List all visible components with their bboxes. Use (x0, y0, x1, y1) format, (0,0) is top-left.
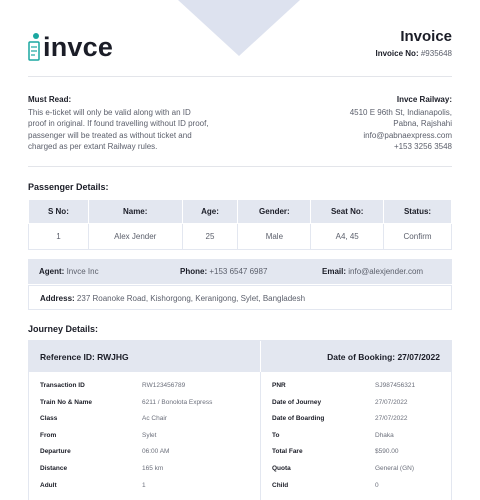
railway-heading: Invce Railway: (396, 95, 452, 104)
invoice-number-label: Invoice No: (375, 49, 419, 58)
must-read-heading: Must Read: (28, 95, 72, 104)
column-header: Seat No: (310, 199, 385, 224)
journey-row: Distance 165 km Quota General (GN) (29, 465, 451, 481)
must-read-line: charged as per extant Railway rules. (28, 142, 158, 151)
railway-address-line: 4510 E 96th St, Indianapolis, (349, 107, 452, 117)
table-row: 1 Alex Jender 25 Male A4, 45 Confirm (28, 223, 452, 250)
journey-value: 0 (375, 481, 379, 489)
table-cell: A4, 45 (310, 223, 385, 250)
column-header: Gender: (237, 199, 312, 224)
header-divider (260, 341, 261, 372)
passenger-table: S No: Name: Age: Gender: Seat No: Status… (28, 199, 452, 250)
column-header: Name: (87, 199, 183, 224)
journey-table: Reference ID: RWJHG Date of Booking: 27/… (28, 340, 452, 500)
address-row: Address: 237 Roanoke Road, Kishorgong, K… (28, 285, 452, 310)
column-header: Status: (383, 199, 452, 224)
journey-value: 1 (142, 481, 146, 489)
journey-row: Train No & Name 6211 / Bonolota Express Da… (29, 399, 451, 415)
journey-header: Reference ID: RWJHG Date of Booking: 27/… (29, 341, 451, 372)
journey-label: Transaction ID (40, 382, 85, 389)
ticket-logo-icon (28, 32, 42, 62)
email-value[interactable]: info@alexjender.com (348, 267, 423, 276)
booking-date: Date of Booking: 27/07/2022 (327, 352, 440, 362)
agent-info: Agent: Invce Inc (39, 267, 99, 276)
journey-label: Date of Boarding (272, 415, 325, 423)
table-cell: 25 (181, 223, 239, 250)
phone-info: Phone: +153 6547 6987 (180, 267, 267, 276)
journey-value: 165 km (142, 465, 164, 472)
journey-value: $590.00 (375, 448, 399, 456)
logo-text: invce (43, 32, 114, 62)
journey-row: Transaction ID RW123456789 PNR SJ987456321 (29, 382, 451, 398)
must-read-line: proof in original. If found travelling w… (28, 119, 209, 128)
journey-value: Ac Chair (142, 415, 167, 423)
journey-value: 06:00 AM (142, 448, 170, 456)
journey-value: 27/07/2022 (375, 398, 408, 406)
journey-value: SJ987456321 (375, 382, 416, 389)
journey-label: To (272, 431, 280, 439)
must-read-line: passenger will be treated as without tic… (28, 130, 192, 140)
journey-value: 6211 / Bonolota Express (142, 398, 213, 406)
divider (28, 166, 452, 167)
logo: invce (28, 26, 113, 62)
address-label: Address: (40, 294, 75, 303)
agent-label: Agent: (39, 267, 65, 276)
email-info: Email: info@alexjender.com (322, 267, 423, 276)
journey-value: General (GN) (375, 465, 415, 472)
phone-value: +153 6547 6987 (209, 267, 268, 276)
journey-row: From Sylet To Dhaka (29, 432, 451, 448)
column-header: Age: (181, 199, 239, 224)
journey-label: Child (272, 481, 289, 489)
invoice-header: invce Invoice Invoice No: #935648 (28, 26, 452, 66)
column-header: S No: (28, 199, 89, 224)
email-label: Email: (322, 267, 347, 276)
phone-label: Phone: (180, 267, 208, 276)
passenger-table-header: S No: Name: Age: Gender: Seat No: Status… (28, 199, 452, 224)
journey-label: Class (40, 415, 58, 423)
reference-id: Reference ID: RWJHG (40, 352, 129, 362)
railway-address-line: Pabna, Rajshahi (393, 119, 452, 128)
journey-row: Adult 1 Child 0 (29, 482, 451, 498)
journey-value: 27/07/2022 (375, 415, 408, 423)
invoice-title: Invoice (400, 28, 452, 45)
journey-label: Distance (40, 465, 68, 472)
passenger-section-title: Passenger Details: (28, 182, 109, 192)
journey-label: Departure (40, 448, 71, 456)
railway-block: Invce Railway: 4510 E 96th St, Indianapo… (232, 94, 452, 153)
address-value: 237 Roanoke Road, Kishorgong, Kerani​gon… (76, 294, 306, 303)
journey-label: From (40, 431, 57, 439)
journey-label: PNR (272, 382, 286, 389)
journey-row: Departure 06:00 AM Total Fare $590.00 (29, 448, 451, 464)
table-cell: 1 (28, 223, 89, 250)
agent-bar: Agent: Invce Inc Phone: +153 6547 6987 E… (28, 259, 452, 284)
invoice-number: Invoice No: #935648 (375, 49, 452, 58)
journey-label: Total Fare (272, 448, 303, 456)
table-cell: Confirm (383, 223, 452, 250)
agent-value: Invce Inc (66, 267, 99, 276)
must-read-block: Must Read: This e-ticket will only be va… (28, 94, 238, 153)
table-cell: Alex Jender (87, 223, 183, 250)
journey-label: Quota (272, 465, 291, 472)
journey-value: Sylet (142, 431, 157, 439)
journey-label: Adult (40, 481, 57, 489)
journey-label: Train No & Name (40, 398, 93, 406)
journey-value: RW123456789 (142, 382, 186, 389)
invoice-number-value: #935648 (420, 49, 452, 58)
table-cell: Male (237, 223, 312, 250)
railway-email[interactable]: info@pabnaexpress.com (232, 130, 452, 142)
railway-phone: +153 3256 3548 (393, 142, 452, 151)
journey-section-title: Journey Details: (28, 324, 99, 334)
journey-row: Class Ac Chair Date of Boarding 27/07/2022 (29, 415, 451, 431)
must-read-line: This e-ticket will only be valid along w… (28, 107, 191, 117)
journey-label: Date of Journey (272, 398, 322, 406)
divider (28, 76, 452, 77)
journey-value: Dhaka (375, 431, 394, 439)
